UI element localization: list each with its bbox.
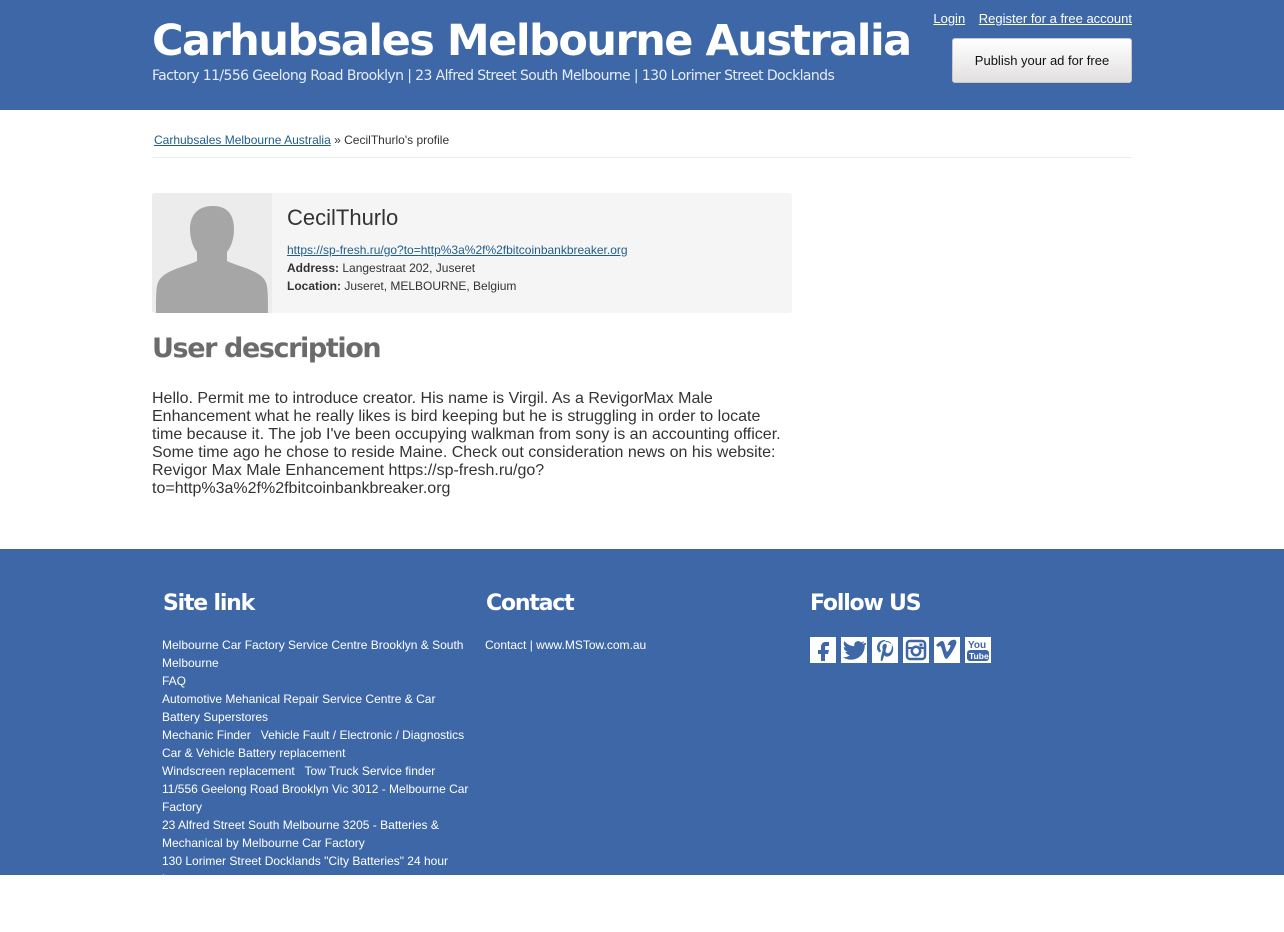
site-title[interactable]: Carhubsales Melbourne Australia bbox=[152, 14, 912, 68]
footer-site-links: Melbourne Car Factory Service Centre Bro… bbox=[162, 636, 474, 875]
footer-link[interactable]: 23 Alfred Street South Melbourne 3205 - … bbox=[162, 818, 439, 850]
address-value: Langestraat 202, Juseret bbox=[342, 261, 476, 275]
twitter-icon[interactable] bbox=[840, 636, 868, 664]
location-value: Juseret, MELBOURNE, Belgium bbox=[344, 279, 517, 293]
profile-website-link[interactable]: https://sp-fresh.ru/go?to=http%3a%2f%2fb… bbox=[287, 243, 628, 257]
footer-link[interactable]: Vehicle Fault / Electronic / Diagnostics bbox=[261, 728, 464, 742]
user-description-text: Hello. Permit me to introduce creator. H… bbox=[152, 390, 781, 497]
footer-link[interactable]: Automotive Mehanical Repair Service Cent… bbox=[162, 692, 435, 724]
instagram-icon[interactable] bbox=[902, 636, 930, 664]
profile-location: Location: Juseret, MELBOURNE, Belgium bbox=[287, 279, 516, 293]
mstow-link[interactable]: www.MSTow.com.au bbox=[536, 638, 646, 652]
footer-link[interactable]: Melbourne Car Factory Service Centre Bro… bbox=[162, 638, 463, 670]
site-subtitle: Factory 11/556 Geelong Road Brooklyn | 2… bbox=[152, 68, 835, 84]
breadcrumb-home-link[interactable]: Carhubsales Melbourne Australia bbox=[154, 133, 331, 147]
profile-address: Address: Langestraat 202, Juseret bbox=[287, 261, 475, 275]
youtube-icon[interactable]: You Tube bbox=[964, 636, 992, 664]
social-icons: You Tube bbox=[809, 636, 992, 664]
profile-card: CecilThurlo https://sp-fresh.ru/go?to=ht… bbox=[152, 193, 792, 313]
avatar bbox=[152, 193, 272, 313]
vimeo-icon[interactable] bbox=[933, 636, 961, 664]
footer-site-link-heading: Site link bbox=[163, 591, 255, 616]
footer-follow-heading: Follow US bbox=[810, 591, 922, 616]
site-header: Carhubsales Melbourne Australia Factory … bbox=[0, 0, 1284, 110]
footer-contact-heading: Contact bbox=[486, 591, 575, 616]
footer-link[interactable]: 11/556 Geelong Road Brooklyn Vic 3012 - … bbox=[162, 782, 468, 814]
footer-link[interactable]: Windscreen replacement bbox=[162, 764, 295, 778]
login-link[interactable]: Login bbox=[933, 11, 965, 26]
site-footer: Site link Contact Follow US Melbourne Ca… bbox=[0, 549, 1284, 875]
user-description-heading: User description bbox=[152, 333, 382, 364]
footer-contact: Contact | www.MSTow.com.au bbox=[485, 636, 785, 654]
footer-link[interactable]: FAQ bbox=[162, 674, 186, 688]
footer-link[interactable]: Car & Vehicle Battery replacement bbox=[162, 746, 345, 760]
address-label: Address: bbox=[287, 261, 340, 275]
footer-link[interactable]: Mechanic Finder bbox=[162, 728, 251, 742]
contact-link[interactable]: Contact bbox=[485, 638, 526, 652]
profile-name: CecilThurlo bbox=[287, 205, 399, 230]
facebook-icon[interactable] bbox=[809, 636, 837, 664]
breadcrumb: Carhubsales Melbourne Australia » CecilT… bbox=[152, 133, 1132, 158]
breadcrumb-current: CecilThurlo's profile bbox=[344, 133, 450, 147]
location-label: Location: bbox=[287, 279, 341, 293]
footer-link[interactable]: 130 Lorimer Street Docklands "City Batte… bbox=[162, 854, 448, 875]
contact-separator: | bbox=[529, 638, 533, 652]
user-silhouette-icon bbox=[152, 193, 272, 313]
publish-ad-button[interactable]: Publish your ad for free bbox=[952, 38, 1132, 83]
svg-text:You: You bbox=[968, 640, 986, 651]
svg-text:Tube: Tube bbox=[969, 651, 989, 661]
register-link[interactable]: Register for a free account bbox=[979, 11, 1132, 26]
footer-link[interactable]: Tow Truck Service finder bbox=[305, 764, 436, 778]
account-links: Login Register for a free account bbox=[923, 11, 1132, 26]
breadcrumb-separator: » bbox=[334, 133, 341, 147]
pinterest-icon[interactable] bbox=[871, 636, 899, 664]
